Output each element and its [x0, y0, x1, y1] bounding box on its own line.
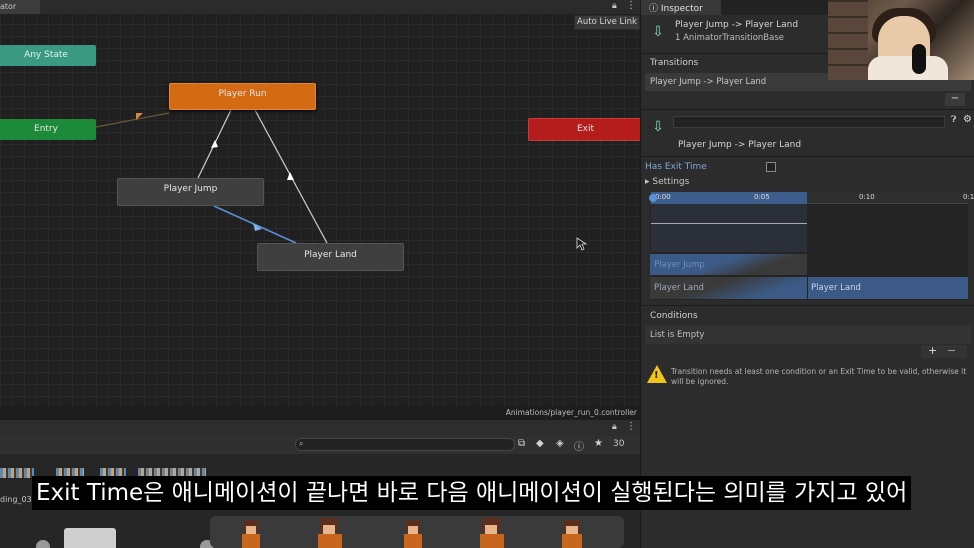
- has-exit-time-label: Has Exit Time: [645, 162, 707, 172]
- webcam-background: [828, 0, 868, 80]
- timeline-playhead-icon[interactable]: [649, 194, 657, 202]
- mouse-cursor-icon: [576, 237, 588, 251]
- state-player-run[interactable]: Player Run: [169, 83, 316, 110]
- transition-jump-to-run-arrow: [211, 140, 218, 148]
- info-icon[interactable]: ⓘ: [574, 438, 584, 453]
- state-player-jump[interactable]: Player Jump: [117, 178, 264, 206]
- transition-land-to-run-arrow: [287, 172, 294, 180]
- settings-label: Settings: [652, 177, 690, 187]
- state-player-land[interactable]: Player Land: [257, 243, 404, 271]
- gear-icon[interactable]: ⚙: [963, 114, 972, 125]
- timeline-tick: 0:10: [859, 193, 875, 201]
- transition-asset-icon: ⇩: [652, 119, 664, 135]
- transition-asset-icon: ⇩: [652, 24, 664, 40]
- tab-inspector-label: Inspector: [660, 4, 703, 14]
- asset-thumbnail[interactable]: [0, 468, 34, 478]
- microphone-icon: [912, 44, 926, 74]
- help-icon[interactable]: ❓︎: [951, 115, 956, 125]
- sprite-frame-icon: [318, 518, 342, 548]
- has-exit-time-checkbox[interactable]: [766, 162, 776, 172]
- divider: [641, 156, 974, 157]
- settings-foldout[interactable]: ▸ Settings: [645, 177, 689, 187]
- divider: [641, 305, 974, 306]
- conditions-header: Conditions: [650, 311, 698, 321]
- webcam-overlay: [828, 0, 974, 80]
- transition-entry-to-run: [95, 112, 170, 128]
- webcam-person-shirt: [868, 56, 948, 80]
- lock-icon[interactable]: 🔒︎: [612, 422, 617, 432]
- search-input[interactable]: [295, 438, 515, 451]
- label-tag-icon[interactable]: ◈: [556, 438, 564, 449]
- search-by-type-icon[interactable]: ⧉: [518, 438, 525, 449]
- project-tab-bar: [0, 420, 640, 436]
- timeline-source-label: Player Jump: [654, 260, 705, 270]
- transition-arrows: [95, 109, 328, 244]
- timeline-tick: 0:05: [754, 193, 770, 201]
- inspector-window[interactable]: ⓘ Inspector ⇩ Player Jump -> Player Land…: [640, 0, 974, 548]
- state-exit[interactable]: Exit: [528, 118, 640, 141]
- state-entry[interactable]: Entry: [0, 119, 96, 140]
- remove-transition-button[interactable]: −: [945, 93, 965, 106]
- info-icon: ⓘ: [649, 4, 661, 14]
- transitions-header: Transitions: [650, 58, 699, 68]
- warning-icon-mark: !: [654, 370, 659, 381]
- timeline-dest-label: Player Land: [811, 283, 861, 293]
- transition-list-item[interactable]: Player Jump -> Player Land: [650, 77, 766, 87]
- sprite-frame-icon: [242, 520, 260, 548]
- sprite-frame-icon: [562, 520, 582, 548]
- slider-handle-icon[interactable]: [36, 540, 50, 548]
- timeline-tick: 0:15: [963, 193, 974, 201]
- video-subtitle: Exit Time은 애니메이션이 끝나면 바로 다음 애니메이션이 실행된다는…: [32, 476, 912, 510]
- visible-item-count: 30: [613, 439, 625, 449]
- remove-condition-button[interactable]: −: [947, 344, 956, 357]
- warning-text: Transition needs at least one condition …: [671, 367, 967, 386]
- transition-name-field[interactable]: [673, 116, 945, 128]
- timeline-curve: [651, 223, 807, 224]
- favorite-star-icon[interactable]: ★: [594, 438, 603, 449]
- inspector-title: Player Jump -> Player Land: [675, 20, 799, 30]
- sprite-frame-icon: [480, 518, 504, 548]
- filter-type-icon[interactable]: ◆: [536, 438, 544, 449]
- add-condition-button[interactable]: +: [928, 344, 937, 357]
- state-any-state[interactable]: Any State: [0, 45, 96, 66]
- timeline-tick: 0:00: [655, 193, 671, 201]
- conditions-empty-text: List is Empty: [650, 330, 705, 340]
- transition-name: Player Jump -> Player Land: [678, 140, 802, 150]
- sprite-frames: [242, 518, 582, 548]
- sprite-frame-icon: [404, 520, 422, 548]
- tab-inspector[interactable]: ⓘ Inspector: [641, 0, 721, 15]
- divider: [641, 109, 974, 110]
- asset-label: ding_03: [0, 495, 32, 504]
- transition-duration-bar[interactable]: [651, 192, 807, 204]
- search-icon: ⌕: [299, 439, 304, 448]
- animator-window[interactable]: ator 🔒︎ ⋮ Auto Live Link Any State Entry…: [0, 0, 640, 420]
- more-options-icon[interactable]: ⋮: [626, 421, 636, 432]
- inspector-subtitle: 1 AnimatorTransitionBase: [675, 33, 784, 43]
- timeline-blend-area: [651, 204, 807, 252]
- folder-icon[interactable]: [64, 528, 116, 548]
- timeline-dest-label: Player Land: [654, 283, 704, 293]
- controller-path: Animations/player_run_0.controller: [505, 408, 637, 417]
